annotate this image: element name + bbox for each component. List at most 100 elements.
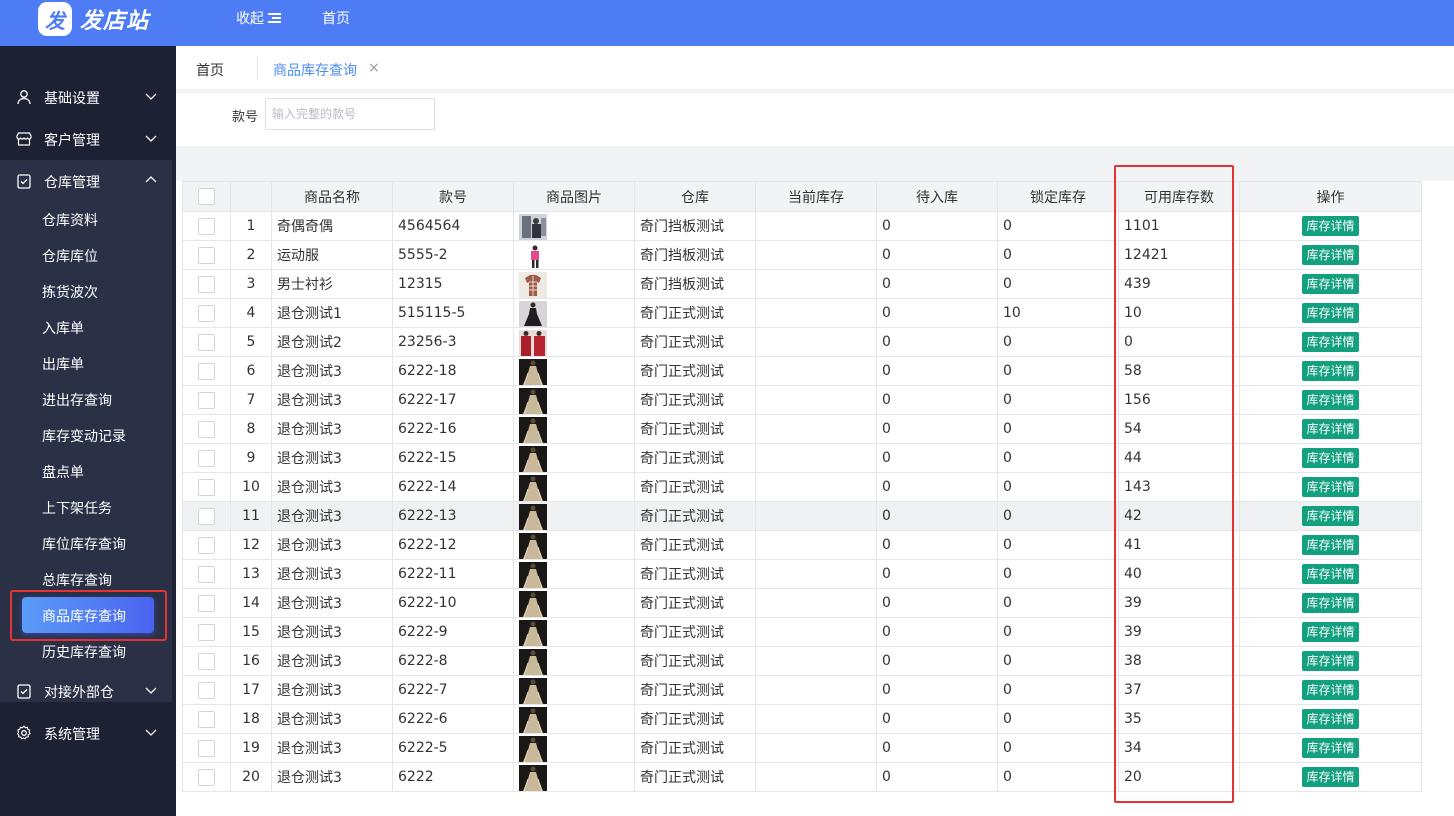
row-checkbox-cell[interactable] <box>182 211 231 241</box>
table-row[interactable]: 16 退仓测试3 6222-8 奇门正式测试 0 0 38 库存详情 <box>182 646 1422 676</box>
tab-product-stock[interactable]: 商品库存查询 <box>273 60 357 80</box>
select-all-checkbox[interactable] <box>198 188 215 205</box>
table-row[interactable]: 20 退仓测试3 6222 奇门正式测试 0 0 20 库存详情 <box>182 762 1422 792</box>
row-checkbox-cell[interactable] <box>182 385 231 415</box>
row-checkbox[interactable] <box>198 768 215 786</box>
stock-detail-button[interactable]: 库存详情 <box>1302 390 1359 410</box>
sidebar-item-warehouse[interactable]: 仓库管理 <box>0 160 172 202</box>
table-row[interactable]: 3 男士衬衫 12315 奇门挡板测试 0 0 439 库存详情 <box>182 269 1422 299</box>
row-checkbox[interactable] <box>198 652 215 670</box>
row-checkbox[interactable] <box>198 362 215 380</box>
row-checkbox-cell[interactable] <box>182 414 231 444</box>
row-checkbox-cell[interactable] <box>182 762 231 792</box>
sidebar-sub-outbound-order[interactable]: 出库单 <box>42 354 84 374</box>
row-checkbox[interactable] <box>198 739 215 757</box>
collapse-button[interactable]: 收起 <box>236 8 281 28</box>
sidebar-sub-inbound-order[interactable]: 入库单 <box>42 318 84 338</box>
table-row[interactable]: 4 退仓测试1 515115-5 奇门正式测试 0 10 10 库存详情 <box>182 298 1422 328</box>
table-row[interactable]: 9 退仓测试3 6222-15 奇门正式测试 0 0 44 库存详情 <box>182 443 1422 473</box>
table-row[interactable]: 6 退仓测试3 6222-18 奇门正式测试 0 0 58 库存详情 <box>182 356 1422 386</box>
sidebar-item-basic-settings[interactable]: 基础设置 <box>0 76 172 118</box>
sidebar-sub-stocktake[interactable]: 盘点单 <box>42 462 84 482</box>
table-row[interactable]: 5 退仓测试2 23256-3 奇门正式测试 0 0 0 库存详情 <box>182 327 1422 357</box>
stock-detail-button[interactable]: 库存详情 <box>1302 303 1359 323</box>
row-checkbox-cell[interactable] <box>182 617 231 647</box>
stock-detail-button[interactable]: 库存详情 <box>1302 767 1359 787</box>
row-checkbox[interactable] <box>198 623 215 641</box>
row-checkbox[interactable] <box>198 449 215 467</box>
row-checkbox-cell[interactable] <box>182 588 231 618</box>
row-checkbox-cell[interactable] <box>182 443 231 473</box>
table-row[interactable]: 1 奇偶奇偶 4564564 奇门挡板测试 0 0 1101 库存详情 <box>182 211 1422 241</box>
row-checkbox-cell[interactable] <box>182 704 231 734</box>
select-all-checkbox-cell[interactable] <box>182 181 231 212</box>
logo[interactable]: 发 发店站 <box>38 0 149 38</box>
sidebar-sub-stock-change-log[interactable]: 库存变动记录 <box>42 426 126 446</box>
sidebar-sub-warehouse-location[interactable]: 仓库库位 <box>42 246 98 266</box>
row-checkbox[interactable] <box>198 565 215 583</box>
sidebar-item-customer[interactable]: 客户管理 <box>0 118 172 160</box>
row-checkbox[interactable] <box>198 507 215 525</box>
table-row[interactable]: 19 退仓测试3 6222-5 奇门正式测试 0 0 34 库存详情 <box>182 733 1422 763</box>
stock-detail-button[interactable]: 库存详情 <box>1302 332 1359 352</box>
row-checkbox[interactable] <box>198 246 215 264</box>
table-row[interactable]: 14 退仓测试3 6222-10 奇门正式测试 0 0 39 库存详情 <box>182 588 1422 618</box>
row-checkbox[interactable] <box>198 217 215 235</box>
table-row[interactable]: 13 退仓测试3 6222-11 奇门正式测试 0 0 40 库存详情 <box>182 559 1422 589</box>
table-row[interactable]: 17 退仓测试3 6222-7 奇门正式测试 0 0 37 库存详情 <box>182 675 1422 705</box>
stock-detail-button[interactable]: 库存详情 <box>1302 506 1359 526</box>
table-row[interactable]: 12 退仓测试3 6222-12 奇门正式测试 0 0 41 库存详情 <box>182 530 1422 560</box>
stock-detail-button[interactable]: 库存详情 <box>1302 361 1359 381</box>
table-row[interactable]: 18 退仓测试3 6222-6 奇门正式测试 0 0 35 库存详情 <box>182 704 1422 734</box>
row-checkbox-cell[interactable] <box>182 240 231 270</box>
stock-detail-button[interactable]: 库存详情 <box>1302 448 1359 468</box>
row-checkbox[interactable] <box>198 391 215 409</box>
stock-detail-button[interactable]: 库存详情 <box>1302 593 1359 613</box>
row-checkbox-cell[interactable] <box>182 327 231 357</box>
top-home-link[interactable]: 首页 <box>322 8 350 28</box>
row-checkbox[interactable] <box>198 478 215 496</box>
close-icon[interactable]: × <box>368 60 380 76</box>
stock-detail-button[interactable]: 库存详情 <box>1302 564 1359 584</box>
stock-detail-button[interactable]: 库存详情 <box>1302 709 1359 729</box>
stock-detail-button[interactable]: 库存详情 <box>1302 419 1359 439</box>
sidebar-item-system[interactable]: 系统管理 <box>0 712 172 754</box>
table-row[interactable]: 15 退仓测试3 6222-9 奇门正式测试 0 0 39 库存详情 <box>182 617 1422 647</box>
row-checkbox-cell[interactable] <box>182 269 231 299</box>
stock-detail-button[interactable]: 库存详情 <box>1302 477 1359 497</box>
row-checkbox-cell[interactable] <box>182 501 231 531</box>
sidebar-sub-picking-wave[interactable]: 拣货波次 <box>42 282 98 302</box>
stock-detail-button[interactable]: 库存详情 <box>1302 245 1359 265</box>
table-row[interactable]: 10 退仓测试3 6222-14 奇门正式测试 0 0 143 库存详情 <box>182 472 1422 502</box>
row-checkbox[interactable] <box>198 594 215 612</box>
sidebar-sub-history-stock[interactable]: 历史库存查询 <box>42 642 126 662</box>
sku-search-input[interactable] <box>265 98 435 130</box>
table-row[interactable]: 11 退仓测试3 6222-13 奇门正式测试 0 0 42 库存详情 <box>182 501 1422 531</box>
stock-detail-button[interactable]: 库存详情 <box>1302 622 1359 642</box>
sidebar-sub-location-stock[interactable]: 库位库存查询 <box>42 534 126 554</box>
row-checkbox[interactable] <box>198 681 215 699</box>
sidebar-sub-shelving-task[interactable]: 上下架任务 <box>42 498 112 518</box>
row-checkbox[interactable] <box>198 536 215 554</box>
row-checkbox[interactable] <box>198 420 215 438</box>
table-row[interactable]: 2 运动服 5555-2 奇门挡板测试 0 0 12421 库存详情 <box>182 240 1422 270</box>
row-checkbox[interactable] <box>198 304 215 322</box>
row-checkbox-cell[interactable] <box>182 733 231 763</box>
table-row[interactable]: 7 退仓测试3 6222-17 奇门正式测试 0 0 156 库存详情 <box>182 385 1422 415</box>
stock-detail-button[interactable]: 库存详情 <box>1302 680 1359 700</box>
row-checkbox-cell[interactable] <box>182 530 231 560</box>
stock-detail-button[interactable]: 库存详情 <box>1302 216 1359 236</box>
row-checkbox[interactable] <box>198 710 215 728</box>
sidebar-sub-warehouse-info[interactable]: 仓库资料 <box>42 210 98 230</box>
row-checkbox-cell[interactable] <box>182 472 231 502</box>
tab-home[interactable]: 首页 <box>196 60 224 80</box>
stock-detail-button[interactable]: 库存详情 <box>1302 738 1359 758</box>
row-checkbox[interactable] <box>198 333 215 351</box>
table-row[interactable]: 8 退仓测试3 6222-16 奇门正式测试 0 0 54 库存详情 <box>182 414 1422 444</box>
stock-detail-button[interactable]: 库存详情 <box>1302 535 1359 555</box>
stock-detail-button[interactable]: 库存详情 <box>1302 651 1359 671</box>
row-checkbox-cell[interactable] <box>182 298 231 328</box>
row-checkbox-cell[interactable] <box>182 646 231 676</box>
stock-detail-button[interactable]: 库存详情 <box>1302 274 1359 294</box>
sidebar-sub-in-out-query[interactable]: 进出存查询 <box>42 390 112 410</box>
